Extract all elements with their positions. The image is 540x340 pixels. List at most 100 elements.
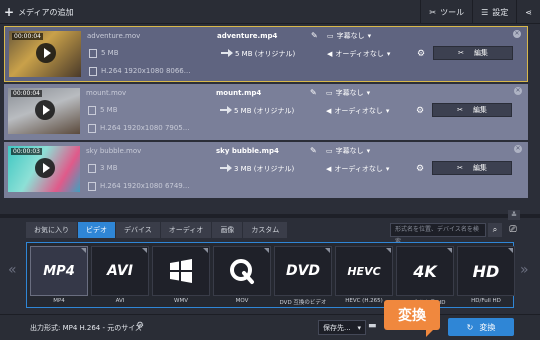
audio-dropdown[interactable]: ◀ オーディオなし ▾ (327, 49, 390, 59)
play-icon[interactable] (35, 100, 55, 120)
source-file-name: sky bubble.mov (86, 147, 142, 155)
subtitle-icon: ▭ (327, 32, 334, 40)
convert-button[interactable]: ↻ 変換 (448, 318, 514, 336)
tab-video[interactable]: ビデオ (78, 222, 116, 238)
corner-marker-icon (508, 248, 513, 253)
output-file-size: 3 MB (オリジナル) (234, 165, 295, 173)
file-row[interactable]: 00:00:04 adventure.mov 5 MB H.264 1920x1… (4, 26, 528, 82)
play-icon[interactable] (35, 158, 55, 178)
subtitle-icon: ▭ (326, 89, 333, 97)
source-file-meta: H.264 1920x1080 7905... (100, 124, 190, 132)
tab-images[interactable]: 画像 (212, 222, 244, 238)
format-hevc[interactable]: HEVC HEVC (H.265) (335, 246, 393, 306)
chevron-down-icon: ▾ (366, 147, 371, 155)
save-to-label: 保存先... (323, 323, 351, 332)
speaker-icon: ◀ (326, 165, 332, 173)
chevron-down-icon: ▾ (386, 50, 391, 58)
file-row[interactable]: 00:00:04 mount.mov 5 MB H.264 1920x1080 … (4, 84, 528, 140)
search-icon[interactable]: ⌕ (488, 223, 502, 237)
chevron-down-icon: ▾ (357, 323, 361, 332)
convert-callout: 変換 (384, 300, 440, 337)
tools-label: ツール (440, 7, 465, 17)
duration-badge: 00:00:04 (12, 33, 43, 40)
video-icon (89, 67, 97, 76)
chevron-down-icon: ▾ (385, 165, 390, 173)
convert-arrow-icon (220, 164, 232, 172)
tools-button[interactable]: ✂ ツール (420, 0, 472, 24)
edit-button[interactable]: ✂ 編集 (432, 161, 512, 175)
audio-label: オーディオなし (334, 107, 383, 115)
play-icon[interactable] (36, 43, 56, 63)
gear-icon[interactable]: ⚙ (416, 106, 424, 116)
corner-marker-icon (81, 248, 86, 253)
tab-custom[interactable]: カスタム (243, 222, 289, 238)
corner-marker-icon (386, 248, 391, 253)
source-file-name: mount.mov (86, 89, 127, 97)
format-label: HD/Full HD (471, 298, 501, 304)
speaker-icon: ◀ (327, 50, 333, 58)
device-detect-icon[interactable]: ⎚ (506, 223, 520, 237)
share-button[interactable]: ⋖ (516, 0, 540, 24)
subtitle-dropdown[interactable]: ▭ 字幕なし ▾ (326, 88, 370, 98)
add-media-button[interactable]: + メディアの追加 (4, 4, 74, 20)
top-toolbar: + メディアの追加 ✂ ツール ☰ 設定 ⋖ (0, 0, 540, 24)
output-file-name: adventure.mp4 (217, 32, 278, 40)
folder-icon[interactable]: ▬ (368, 321, 377, 331)
video-icon (88, 124, 96, 133)
tab-audio[interactable]: オーディオ (160, 222, 213, 238)
scroll-left-icon[interactable]: « (8, 262, 17, 278)
subtitle-dropdown[interactable]: ▭ 字幕なし ▾ (326, 146, 370, 156)
mov-logo (213, 246, 271, 296)
gear-icon[interactable]: ⚙ (417, 49, 425, 59)
tab-devices[interactable]: デバイス (116, 222, 161, 238)
scroll-right-icon[interactable]: » (520, 262, 529, 278)
gear-icon[interactable]: ⚙ (416, 164, 424, 174)
format-hd[interactable]: HD HD/Full HD (457, 246, 515, 306)
rename-pencil-icon[interactable]: ✎ (310, 146, 317, 155)
output-file-name: sky bubble.mp4 (216, 147, 279, 155)
format-4k[interactable]: 4K 4K ウルトラ HD (396, 246, 454, 306)
rename-pencil-icon[interactable]: ✎ (310, 88, 317, 97)
edit-button[interactable]: ✂ 編集 (433, 46, 513, 60)
video-icon (88, 182, 96, 191)
collapse-panel-icon[interactable]: ≚ (508, 210, 520, 220)
duration-badge: 00:00:03 (11, 148, 42, 155)
file-icon (88, 164, 96, 173)
quicktime-logo-icon (230, 259, 254, 284)
edit-label: 編集 (472, 164, 487, 172)
refresh-icon: ↻ (466, 322, 474, 332)
source-file-meta: H.264 1920x1080 6749... (100, 182, 190, 190)
format-wmv[interactable]: WMV (152, 246, 210, 306)
file-row[interactable]: 00:00:03 sky bubble.mov 3 MB H.264 1920x… (4, 142, 528, 198)
format-dvd[interactable]: DVD DVD 互換のビデオ (274, 246, 332, 306)
format-mp4[interactable]: MP4 MP4 (30, 246, 88, 306)
audio-label: オーディオなし (335, 50, 384, 58)
format-avi[interactable]: AVI AVI (91, 246, 149, 306)
subtitle-icon: ▭ (326, 147, 333, 155)
settings-button[interactable]: ☰ 設定 (472, 0, 516, 24)
audio-dropdown[interactable]: ◀ オーディオなし ▾ (326, 106, 389, 116)
remove-file-icon[interactable]: ✕ (514, 87, 522, 95)
subtitle-label: 字幕なし (335, 147, 364, 155)
format-mov[interactable]: MOV (213, 246, 271, 306)
gear-icon[interactable]: ⚙ (136, 321, 144, 331)
video-thumbnail[interactable]: 00:00:03 (8, 146, 80, 192)
remove-file-icon[interactable]: ✕ (513, 30, 521, 38)
audio-dropdown[interactable]: ◀ オーディオなし ▾ (326, 164, 389, 174)
subtitle-dropdown[interactable]: ▭ 字幕なし ▾ (327, 31, 371, 41)
video-thumbnail[interactable]: 00:00:04 (8, 88, 80, 134)
edit-button[interactable]: ✂ 編集 (432, 103, 512, 117)
source-file-size: 5 MB (100, 106, 118, 114)
corner-marker-icon (264, 248, 269, 253)
tab-favorites[interactable]: お気に入り (26, 222, 78, 238)
save-to-dropdown[interactable]: 保存先... ▾ (318, 320, 366, 335)
tools-icon: ✂ (429, 7, 437, 17)
video-thumbnail[interactable]: 00:00:04 (9, 31, 81, 77)
format-search-input[interactable]: 形式名を位置、デバイス名を検索... (390, 223, 486, 245)
format-grid: MP4 MP4 AVI AVI WMV MOV DVD DVD 互換のビデオ H… (26, 242, 515, 308)
remove-file-icon[interactable]: ✕ (514, 145, 522, 153)
format-label: WMV (174, 298, 188, 304)
format-label: DVD 互換のビデオ (279, 300, 327, 306)
format-label: MP4 (53, 298, 65, 304)
rename-pencil-icon[interactable]: ✎ (311, 31, 318, 40)
